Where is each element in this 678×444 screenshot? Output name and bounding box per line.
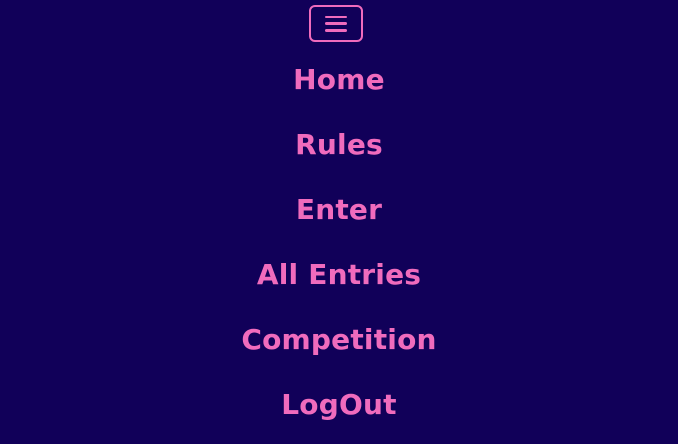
nav-link-enter[interactable]: Enter (296, 185, 382, 235)
nav-link-competition[interactable]: Competition (241, 315, 436, 365)
hamburger-menu-icon (325, 15, 347, 32)
navigation: Home Rules Enter All Entries Competition… (0, 0, 678, 444)
nav-item-home: Home (0, 55, 678, 120)
nav-link-rules[interactable]: Rules (295, 120, 383, 170)
nav-item-rules: Rules (0, 120, 678, 185)
nav-link-all-entries[interactable]: All Entries (257, 250, 421, 300)
nav-link-logout[interactable]: LogOut (281, 380, 396, 430)
nav-item-all-entries: All Entries (0, 250, 678, 315)
nav-item-logout: LogOut (0, 380, 678, 444)
nav-link-home[interactable]: Home (293, 55, 385, 105)
nav-item-competition: Competition (0, 315, 678, 380)
nav-item-enter: Enter (0, 185, 678, 250)
nav-menu: Home Rules Enter All Entries Competition… (0, 55, 678, 444)
menu-toggle-button[interactable] (309, 5, 363, 42)
